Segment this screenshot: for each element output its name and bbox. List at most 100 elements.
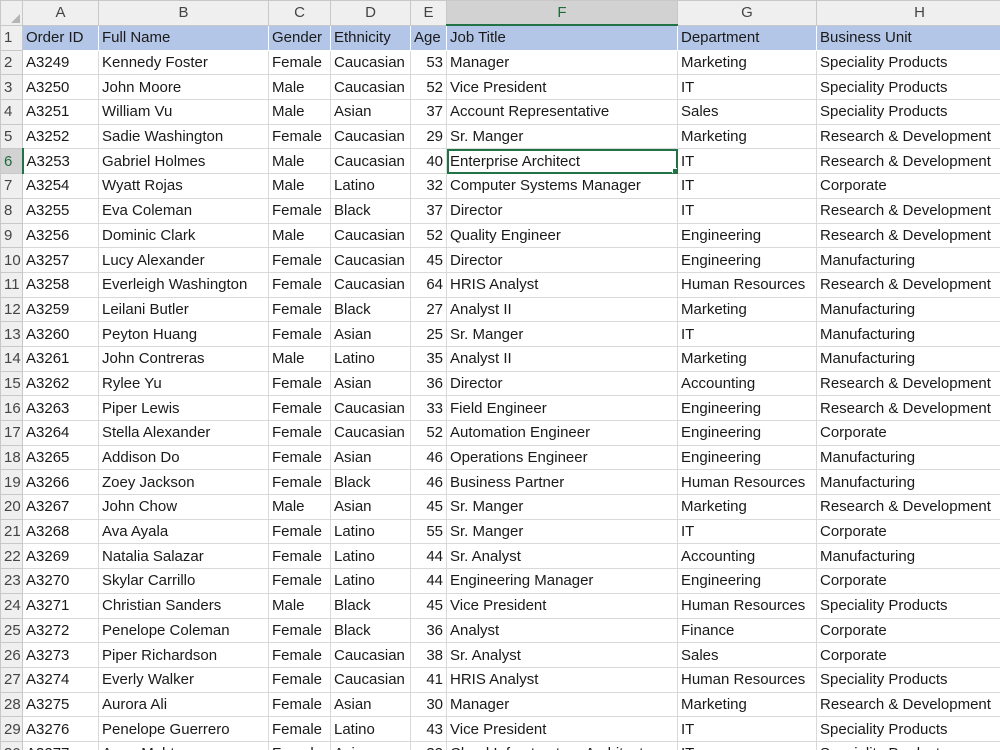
cell-order-id[interactable]: A3258 bbox=[22, 271, 99, 298]
cell-order-id[interactable]: A3254 bbox=[22, 173, 99, 199]
cell-gender[interactable]: Female bbox=[268, 642, 331, 668]
header-cell-age[interactable]: Age bbox=[410, 24, 447, 51]
cell-age[interactable]: 41 bbox=[410, 666, 447, 693]
row-header[interactable]: 6 bbox=[0, 148, 24, 175]
cell-age[interactable]: 43 bbox=[410, 716, 447, 742]
row-header[interactable]: 20 bbox=[0, 494, 23, 520]
cell-ethnicity[interactable]: Black bbox=[330, 617, 411, 644]
cell-age[interactable]: 45 bbox=[410, 494, 447, 520]
cell-job-title[interactable]: Automation Engineer bbox=[446, 420, 678, 446]
cell-age[interactable]: 53 bbox=[410, 49, 447, 76]
cell-age[interactable]: 37 bbox=[410, 99, 447, 125]
header-cell-business-unit[interactable]: Business Unit bbox=[816, 24, 1000, 51]
cell-full-name[interactable]: Christian Sanders bbox=[98, 592, 269, 619]
cell-full-name[interactable]: Lucy Alexander bbox=[98, 247, 269, 273]
column-header-g[interactable]: G bbox=[677, 0, 817, 26]
cell-job-title[interactable]: Analyst II bbox=[446, 296, 678, 323]
row-header[interactable]: 17 bbox=[0, 420, 23, 446]
cell-department[interactable]: Sales bbox=[677, 99, 817, 125]
cell-order-id[interactable]: A3277 bbox=[22, 740, 99, 750]
cell-business-unit[interactable]: Manufacturing bbox=[816, 321, 1000, 347]
cell-order-id[interactable]: A3252 bbox=[22, 123, 99, 150]
cell-age[interactable]: 33 bbox=[410, 395, 447, 421]
cell-ethnicity[interactable]: Caucasian bbox=[330, 642, 411, 668]
cell-job-title[interactable]: Vice President bbox=[446, 716, 678, 742]
cell-ethnicity[interactable]: Latino bbox=[330, 543, 411, 570]
cell-full-name[interactable]: Natalia Salazar bbox=[98, 543, 269, 570]
cell-order-id[interactable]: A3272 bbox=[22, 617, 99, 644]
cell-department[interactable]: Marketing bbox=[677, 691, 817, 718]
cell-department[interactable]: Accounting bbox=[677, 543, 817, 570]
cell-business-unit[interactable]: Research & Development bbox=[816, 222, 1000, 249]
row-header[interactable]: 1 bbox=[0, 24, 23, 51]
cell-ethnicity[interactable]: Latino bbox=[330, 518, 411, 545]
cell-order-id[interactable]: A3255 bbox=[22, 197, 99, 224]
cell-order-id[interactable]: A3251 bbox=[22, 99, 99, 125]
cell-ethnicity[interactable]: Caucasian bbox=[330, 222, 411, 249]
row-header[interactable]: 29 bbox=[0, 716, 23, 742]
cell-gender[interactable]: Male bbox=[268, 99, 331, 125]
cell-business-unit[interactable]: Research & Development bbox=[816, 395, 1000, 421]
cell-business-unit[interactable]: Corporate bbox=[816, 518, 1000, 545]
cell-age[interactable]: 32 bbox=[410, 173, 447, 199]
cell-business-unit[interactable]: Speciality Products bbox=[816, 666, 1000, 693]
cell-full-name[interactable]: Leilani Butler bbox=[98, 296, 269, 323]
cell-business-unit[interactable]: Corporate bbox=[816, 568, 1000, 594]
cell-ethnicity[interactable]: Black bbox=[330, 469, 411, 496]
cell-job-title[interactable]: Sr. Analyst bbox=[446, 543, 678, 570]
cell-department[interactable]: IT bbox=[677, 173, 817, 199]
column-header-b[interactable]: B bbox=[98, 0, 269, 26]
cell-ethnicity[interactable]: Caucasian bbox=[330, 666, 411, 693]
cell-department[interactable]: IT bbox=[677, 74, 817, 101]
row-header[interactable]: 4 bbox=[0, 99, 23, 125]
cell-gender[interactable]: Female bbox=[268, 691, 331, 718]
cell-order-id[interactable]: A3267 bbox=[22, 494, 99, 520]
cell-business-unit[interactable]: Corporate bbox=[816, 420, 1000, 446]
cell-age[interactable]: 44 bbox=[410, 543, 447, 570]
row-header[interactable]: 23 bbox=[0, 568, 23, 594]
cell-gender[interactable]: Female bbox=[268, 617, 331, 644]
cell-ethnicity[interactable]: Asian bbox=[330, 321, 411, 347]
row-header[interactable]: 26 bbox=[0, 642, 23, 668]
cell-business-unit[interactable]: Research & Development bbox=[816, 370, 1000, 397]
cell-age[interactable]: 64 bbox=[410, 271, 447, 298]
cell-order-id[interactable]: A3276 bbox=[22, 716, 99, 742]
row-header[interactable]: 8 bbox=[0, 197, 23, 224]
cell-job-title[interactable]: Account Representative bbox=[446, 99, 678, 125]
cell-full-name[interactable]: Anna Mehta bbox=[98, 740, 269, 750]
row-header[interactable]: 15 bbox=[0, 370, 23, 397]
row-header[interactable]: 24 bbox=[0, 592, 23, 619]
header-cell-full-name[interactable]: Full Name bbox=[98, 24, 269, 51]
cell-business-unit[interactable]: Speciality Products bbox=[816, 99, 1000, 125]
cell-age[interactable]: 46 bbox=[410, 444, 447, 471]
cell-full-name[interactable]: Dominic Clark bbox=[98, 222, 269, 249]
cell-job-title[interactable]: Manager bbox=[446, 691, 678, 718]
cell-business-unit[interactable]: Manufacturing bbox=[816, 444, 1000, 471]
cell-job-title[interactable]: Enterprise Architect bbox=[446, 148, 678, 175]
cell-age[interactable]: 25 bbox=[410, 321, 447, 347]
cell-order-id[interactable]: A3263 bbox=[22, 395, 99, 421]
cell-gender[interactable]: Female bbox=[268, 271, 331, 298]
row-header[interactable]: 18 bbox=[0, 444, 23, 471]
cell-gender[interactable]: Female bbox=[268, 395, 331, 421]
cell-business-unit[interactable]: Research & Development bbox=[816, 494, 1000, 520]
cell-gender[interactable]: Female bbox=[268, 247, 331, 273]
cell-ethnicity[interactable]: Latino bbox=[330, 345, 411, 372]
cell-ethnicity[interactable]: Asian bbox=[330, 740, 411, 750]
cell-department[interactable]: Human Resources bbox=[677, 271, 817, 298]
cell-full-name[interactable]: Piper Richardson bbox=[98, 642, 269, 668]
cell-order-id[interactable]: A3257 bbox=[22, 247, 99, 273]
cell-business-unit[interactable]: Research & Development bbox=[816, 148, 1000, 175]
cell-age[interactable]: 29 bbox=[410, 123, 447, 150]
cell-ethnicity[interactable]: Caucasian bbox=[330, 148, 411, 175]
cell-order-id[interactable]: A3256 bbox=[22, 222, 99, 249]
cell-gender[interactable]: Female bbox=[268, 370, 331, 397]
cell-full-name[interactable]: John Contreras bbox=[98, 345, 269, 372]
cell-order-id[interactable]: A3270 bbox=[22, 568, 99, 594]
header-cell-job-title[interactable]: Job Title bbox=[446, 24, 678, 51]
cell-ethnicity[interactable]: Caucasian bbox=[330, 74, 411, 101]
cell-order-id[interactable]: A3271 bbox=[22, 592, 99, 619]
cell-full-name[interactable]: Penelope Coleman bbox=[98, 617, 269, 644]
cell-job-title[interactable]: Manager bbox=[446, 49, 678, 76]
cell-full-name[interactable]: Eva Coleman bbox=[98, 197, 269, 224]
